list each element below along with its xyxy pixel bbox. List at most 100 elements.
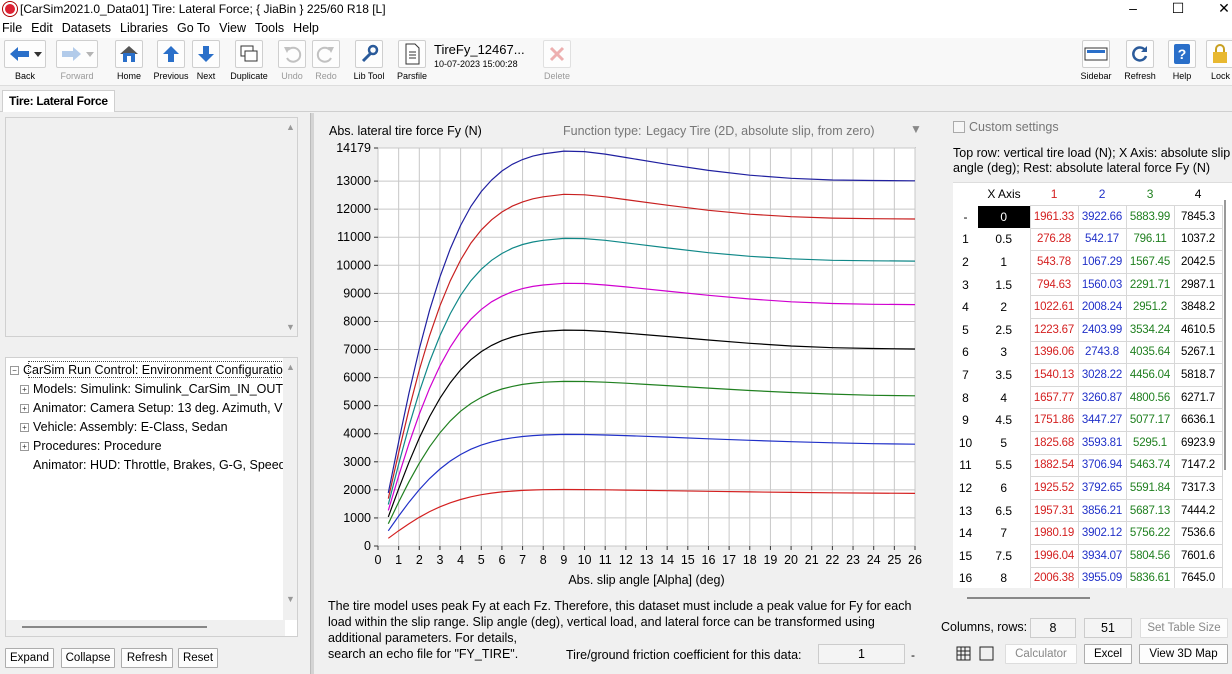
back-button[interactable]: Back <box>4 40 46 84</box>
help-button[interactable]: ? Help <box>1168 40 1196 84</box>
x-axis-cell[interactable]: 0.5 <box>978 228 1031 251</box>
table-cell[interactable]: 1022.61 <box>1029 295 1079 320</box>
x-axis-cell[interactable]: 0 <box>978 205 1031 229</box>
forward-button[interactable]: Forward <box>55 40 99 84</box>
table-cell[interactable]: 3706.94 <box>1077 453 1127 478</box>
x-axis-cell[interactable]: 7 <box>978 521 1031 545</box>
menu-help[interactable]: Help <box>293 21 319 35</box>
calculator-button[interactable]: Calculator <box>1005 644 1077 664</box>
x-axis-cell[interactable]: 4.5 <box>978 408 1031 432</box>
table-cell[interactable]: 1925.52 <box>1029 476 1079 500</box>
table-cell[interactable]: 4456.04 <box>1125 363 1175 387</box>
pane-splitter[interactable] <box>310 113 314 674</box>
table-cell[interactable]: 1560.03 <box>1077 272 1127 297</box>
grid-view-icon[interactable] <box>956 646 971 661</box>
expand-button[interactable]: Expand <box>5 648 54 668</box>
menu-datasets[interactable]: Datasets <box>62 21 111 35</box>
table-cell[interactable]: 1825.68 <box>1029 431 1079 455</box>
table-cell[interactable]: 5295.1 <box>1125 431 1175 455</box>
table-cell[interactable]: 2951.2 <box>1125 295 1175 320</box>
rows-input[interactable]: 51 <box>1084 618 1132 638</box>
table-cell[interactable]: 7645.0 <box>1173 566 1223 588</box>
excel-button[interactable]: Excel <box>1084 644 1132 664</box>
scroll-up-icon[interactable]: ▲ <box>286 362 295 372</box>
redo-button[interactable]: Redo <box>312 40 340 84</box>
table-cell[interactable]: 1396.06 <box>1029 340 1079 365</box>
table-cell[interactable]: 4035.64 <box>1125 340 1175 365</box>
table-cell[interactable]: 1223.67 <box>1029 318 1079 342</box>
x-axis-cell[interactable]: 4 <box>978 386 1031 409</box>
table-cell[interactable]: 2042.5 <box>1173 250 1223 274</box>
table-cell[interactable]: 7147.2 <box>1173 453 1223 478</box>
x-axis-cell[interactable]: 5.5 <box>978 454 1031 477</box>
menu-view[interactable]: View <box>219 21 246 35</box>
table-cell[interactable]: 3922.66 <box>1077 205 1127 229</box>
table-cell[interactable]: 5591.84 <box>1125 476 1175 500</box>
table-cell[interactable]: 3534.24 <box>1125 318 1175 342</box>
table-cell[interactable]: 1567.45 <box>1125 250 1175 274</box>
x-axis-cell[interactable]: 5 <box>978 431 1031 455</box>
scroll-down-icon[interactable]: ▼ <box>286 594 295 604</box>
table-cell[interactable]: 4610.5 <box>1173 318 1223 342</box>
column-header[interactable]: 3 <box>1126 183 1174 206</box>
table-cell[interactable]: 3934.07 <box>1077 544 1127 568</box>
x-axis-cell[interactable]: 6.5 <box>978 499 1031 522</box>
parsfile-button[interactable]: Parsfile <box>396 40 428 84</box>
table-cell[interactable]: 6271.7 <box>1173 385 1223 410</box>
x-axis-cell[interactable]: 3 <box>978 341 1031 364</box>
collapse-icon[interactable]: − <box>10 365 19 375</box>
table-cell[interactable]: 5883.99 <box>1125 205 1175 229</box>
table-cell[interactable]: 1540.13 <box>1029 363 1079 387</box>
table-cell[interactable]: 1961.33 <box>1029 205 1079 229</box>
tree-item-procedures[interactable]: + Procedures: Procedure <box>20 437 162 455</box>
table-cell[interactable]: 3848.2 <box>1173 295 1223 320</box>
minimize-button[interactable]: – <box>1113 0 1153 18</box>
table-cell[interactable]: 5687.13 <box>1125 498 1175 523</box>
table-cell[interactable]: 3856.21 <box>1077 498 1127 523</box>
table-cell[interactable]: 3593.81 <box>1077 431 1127 455</box>
set-table-size-button[interactable]: Set Table Size <box>1140 618 1228 638</box>
column-header[interactable]: 1 <box>1030 183 1078 206</box>
table-cell[interactable]: 2006.38 <box>1029 566 1079 588</box>
tab-tire-lateral-force[interactable]: Tire: Lateral Force <box>2 90 115 112</box>
table-cell[interactable]: 5756.22 <box>1125 521 1175 545</box>
image-pane-scrollbar[interactable]: ▲ ▼ <box>283 118 297 336</box>
x-axis-cell[interactable]: 2.5 <box>978 318 1031 342</box>
blank-view-icon[interactable] <box>979 646 994 661</box>
table-cell[interactable]: 1067.29 <box>1077 250 1127 274</box>
x-axis-cell[interactable]: 7.5 <box>978 544 1031 568</box>
view-3d-map-button[interactable]: View 3D Map <box>1139 644 1228 664</box>
function-type-select[interactable]: Legacy Tire (2D, absolute slip, from zer… <box>646 124 875 138</box>
friction-input[interactable]: 1 <box>818 644 905 664</box>
tree-horizontal-scrollbar[interactable] <box>6 620 285 636</box>
table-cell[interactable]: 2987.1 <box>1173 272 1223 297</box>
table-cell[interactable]: 1882.54 <box>1029 453 1079 478</box>
table-cell[interactable]: 5463.74 <box>1125 453 1175 478</box>
next-button[interactable]: Next <box>192 40 220 84</box>
maximize-button[interactable]: ☐ <box>1158 0 1198 18</box>
table-cell[interactable]: 1980.19 <box>1029 521 1079 545</box>
expand-icon[interactable]: + <box>20 403 29 413</box>
duplicate-button[interactable]: Duplicate <box>228 40 270 84</box>
table-cell[interactable]: 4800.56 <box>1125 385 1175 410</box>
sidebar-button[interactable]: Sidebar <box>1078 40 1114 84</box>
reset-button[interactable]: Reset <box>178 648 218 668</box>
scroll-thumb[interactable] <box>22 626 207 628</box>
expand-icon[interactable]: + <box>20 422 29 432</box>
expand-icon[interactable]: + <box>20 384 29 394</box>
table-cell[interactable]: 1957.31 <box>1029 498 1079 523</box>
tree-refresh-button[interactable]: Refresh <box>121 648 173 668</box>
table-cell[interactable]: 3902.12 <box>1077 521 1127 545</box>
x-axis-cell[interactable]: 8 <box>978 567 1031 588</box>
table-cell[interactable]: 542.17 <box>1077 227 1127 252</box>
table-cell[interactable]: 7601.6 <box>1173 544 1223 568</box>
table-cell[interactable]: 3028.22 <box>1077 363 1127 387</box>
column-header[interactable]: 4 <box>1174 183 1222 206</box>
table-cell[interactable]: 3260.87 <box>1077 385 1127 410</box>
table-horizontal-scrollbar[interactable] <box>953 588 1232 602</box>
table-cell[interactable]: 2291.71 <box>1125 272 1175 297</box>
undo-button[interactable]: Undo <box>278 40 306 84</box>
x-axis-cell[interactable]: 2 <box>978 295 1031 319</box>
scroll-up-icon[interactable]: ▲ <box>286 122 295 132</box>
expand-icon[interactable]: + <box>20 441 29 451</box>
